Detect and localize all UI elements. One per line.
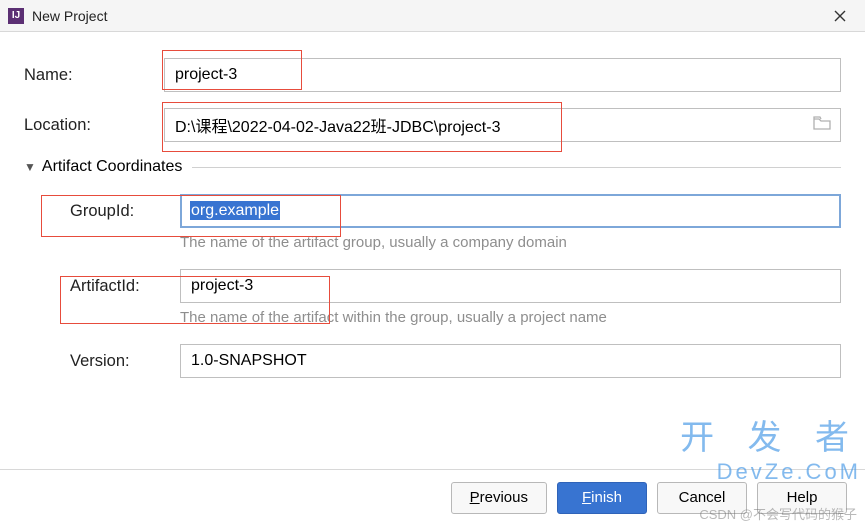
artifactid-row: ArtifactId: [54,269,841,303]
name-label: Name: [24,66,164,85]
artifact-coordinates-section: GroupId: org.example The name of the art… [24,194,841,378]
location-input[interactable] [164,108,841,142]
artifact-coordinates-header[interactable]: ▼ Artifact Coordinates [24,158,841,176]
artifactid-hint: The name of the artifact within the grou… [54,309,841,326]
groupid-hint: The name of the artifact group, usually … [54,234,841,251]
name-row: Name: [24,58,841,92]
finish-button[interactable]: Finish [557,482,647,514]
titlebar: IJ New Project [0,0,865,32]
version-row: Version: [54,344,841,378]
close-button[interactable] [823,4,857,28]
chevron-down-icon: ▼ [24,160,36,174]
groupid-input[interactable] [180,194,841,228]
name-input[interactable] [164,58,841,92]
version-input[interactable] [180,344,841,378]
previous-button[interactable]: Previous [451,482,547,514]
version-label: Version: [54,352,180,371]
groupid-label: GroupId: [54,202,180,221]
dialog-content: Name: Location: ▼ Artifact Coordinates G… [0,32,865,378]
artifactid-input[interactable] [180,269,841,303]
watermark-csdn: CSDN @不会写代码的猴子 [699,504,857,523]
location-label: Location: [24,116,164,135]
window-title: New Project [32,8,107,24]
app-icon: IJ [8,8,24,24]
artifactid-label: ArtifactId: [54,277,180,296]
groupid-row: GroupId: org.example [54,194,841,228]
location-row: Location: [24,108,841,142]
artifact-coordinates-label: Artifact Coordinates [42,158,183,176]
browse-folder-icon[interactable] [813,116,831,134]
separator-line [192,167,841,168]
close-icon [834,10,846,22]
